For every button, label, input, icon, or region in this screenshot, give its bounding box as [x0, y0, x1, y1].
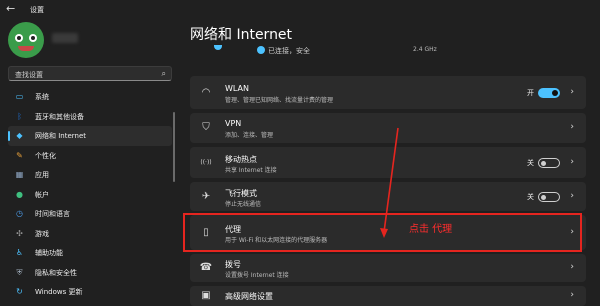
- annotation-arrow: [380, 127, 399, 238]
- annotation-text: 点击 代理: [409, 224, 453, 235]
